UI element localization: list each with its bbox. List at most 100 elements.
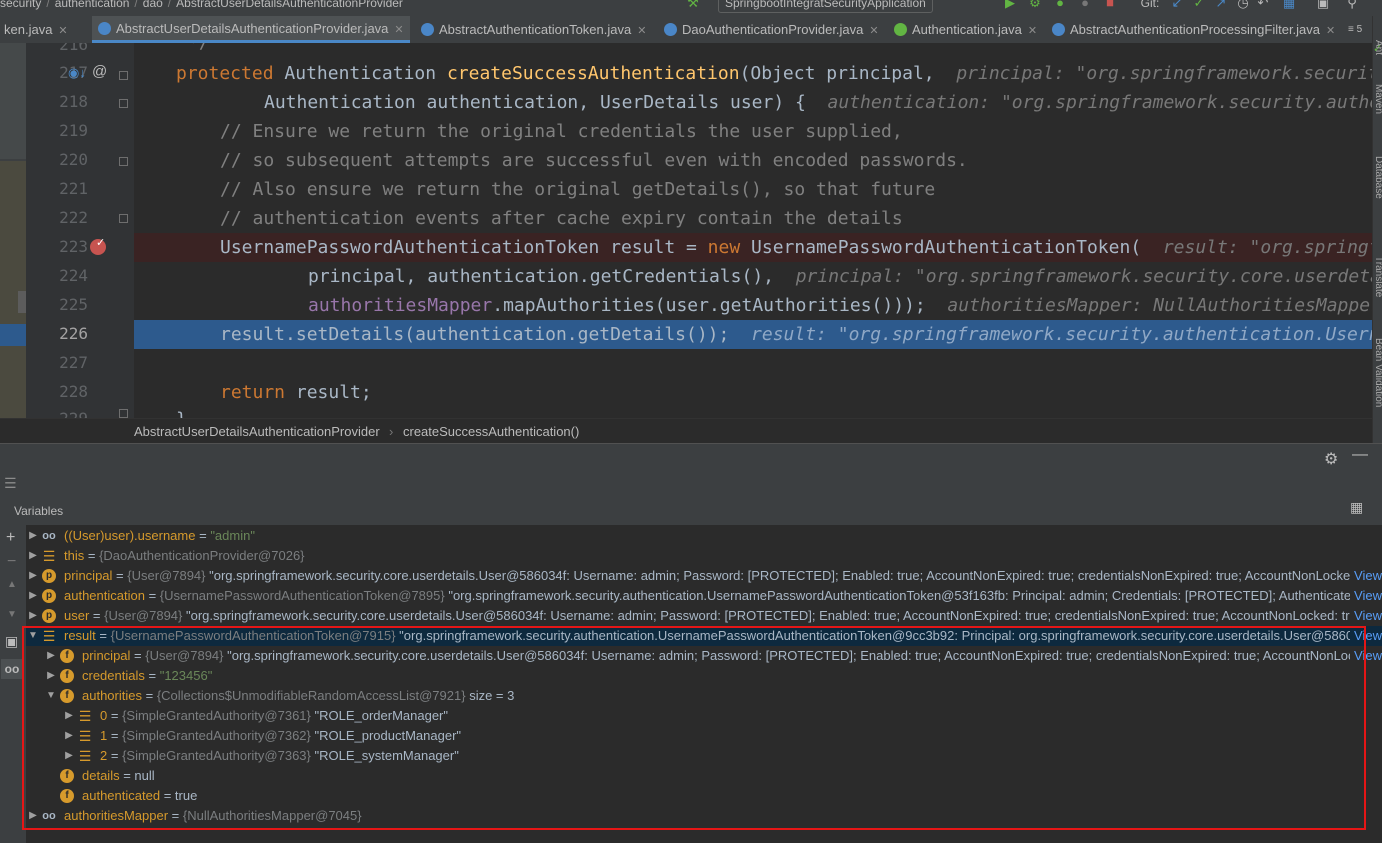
fold-marker[interactable]: [119, 409, 128, 418]
variable-type: {DaoAuthenticationProvider@7026}: [99, 548, 305, 563]
expand-arrow-icon[interactable]: ▶: [28, 526, 38, 546]
variable-row[interactable]: ▶ f principal = {User@7894} "org.springfra…: [26, 646, 1382, 666]
collapse-arrow-icon[interactable]: ▼: [46, 686, 56, 706]
collapse-arrow-icon[interactable]: ▼: [28, 626, 38, 646]
expand-arrow-icon[interactable]: ▶: [64, 706, 74, 726]
variables-tree[interactable]: ▶ oo ((User)user).username = "admin" ▶ ☰ this…: [26, 525, 1382, 843]
watches-toggle-icon[interactable]: oo: [1, 659, 23, 679]
close-icon[interactable]: ✕: [1326, 25, 1335, 37]
variable-row[interactable]: f authenticated = true: [26, 786, 1382, 806]
git-history-icon[interactable]: ◷: [1236, 0, 1250, 10]
variable-row[interactable]: ▶ p principal = {User@7894} "org.springfra…: [26, 566, 1382, 586]
expand-arrow-icon[interactable]: ▶: [64, 726, 74, 746]
fold-marker[interactable]: [119, 157, 128, 166]
tab-ken-java[interactable]: ken.java ✕: [4, 16, 68, 43]
variable-name: principal: [64, 568, 113, 583]
sdk-icon[interactable]: ▣: [1316, 0, 1330, 10]
tool-window-translate[interactable]: Translate: [1373, 256, 1382, 297]
rollback-icon[interactable]: ↶: [1256, 0, 1270, 10]
git-update-icon[interactable]: ↙: [1170, 0, 1184, 10]
code-editor[interactable]: */ protected Authentication createSucces…: [134, 43, 1372, 418]
close-icon[interactable]: ✕: [869, 25, 878, 37]
variable-row[interactable]: ▶ ☰ 1 = {SimpleGrantedAuthority@7362} "ROL…: [26, 726, 1382, 746]
editor-gutter[interactable]: 216 217 218 219 220 221 222 223 224 225 …: [26, 43, 134, 418]
variable-row[interactable]: ▶ f credentials = "123456": [26, 666, 1382, 686]
tab-authentication[interactable]: Authentication.java ✕: [894, 16, 1037, 43]
expand-arrow-icon[interactable]: ▶: [64, 746, 74, 766]
tool-window-ant[interactable]: Ant: [1373, 40, 1382, 55]
run-configuration-select[interactable]: SpringbootIntegratSecurityApplication: [718, 0, 933, 13]
tool-window-maven[interactable]: Maven: [1373, 84, 1382, 114]
view-link[interactable]: View: [1350, 566, 1382, 586]
variable-row[interactable]: ▶ ☰ this = {DaoAuthenticationProvider@7026…: [26, 546, 1382, 566]
fold-marker[interactable]: [119, 214, 128, 223]
tabs-overflow-button[interactable]: ≡ 5: [1348, 16, 1362, 43]
expand-arrow-icon[interactable]: ▶: [28, 566, 38, 586]
close-icon[interactable]: ✕: [58, 25, 67, 37]
breadcrumb-class[interactable]: AbstractUserDetailsAuthenticationProvide…: [134, 424, 380, 439]
profile-icon[interactable]: ●: [1078, 0, 1092, 10]
variable-row[interactable]: ▶ ☰ 0 = {SimpleGrantedAuthority@7361} "ROL…: [26, 706, 1382, 726]
overrides-method-icon[interactable]: ◉↓: [68, 65, 86, 81]
variable-row[interactable]: ▼ f authorities = {Collections$Unmodifiabl…: [26, 686, 1382, 706]
minimize-icon[interactable]: —: [1352, 446, 1368, 464]
fold-marker[interactable]: [119, 71, 128, 80]
variable-row[interactable]: ▶ oo authoritiesMapper = {NullAuthoritiesM…: [26, 806, 1382, 826]
nav-crumb[interactable]: security: [0, 0, 41, 10]
breakpoint-icon[interactable]: ✓: [90, 237, 106, 255]
variable-equals: =: [160, 788, 175, 803]
variable-row[interactable]: ▶ p user = {User@7894} "org.springframewor…: [26, 606, 1382, 626]
annotation-icon[interactable]: @: [92, 63, 107, 80]
debug-icon[interactable]: ⚙: [1028, 0, 1042, 10]
project-structure-icon[interactable]: ▦: [1282, 0, 1296, 10]
view-link[interactable]: View: [1350, 606, 1382, 626]
tab-dao-authentication-provider[interactable]: DaoAuthenticationProvider.java ✕: [664, 16, 879, 43]
variable-row[interactable]: ▶ p authentication = {UsernamePasswordAuth…: [26, 586, 1382, 606]
stop-icon[interactable]: ■: [1103, 0, 1117, 10]
build-icon[interactable]: ⚒: [686, 0, 700, 10]
fold-marker[interactable]: [119, 99, 128, 108]
editor-breadcrumb: AbstractUserDetailsAuthenticationProvide…: [0, 418, 1372, 444]
nav-crumb[interactable]: AbstractUserDetailsAuthenticationProvide…: [176, 0, 403, 10]
variable-type: {User@7894}: [104, 608, 183, 623]
copy-icon[interactable]: ▣: [5, 633, 18, 650]
tool-window-bean-validation[interactable]: Bean Validation: [1373, 338, 1382, 407]
git-push-icon[interactable]: ↗: [1214, 0, 1228, 10]
git-commit-icon[interactable]: ✓: [1192, 0, 1206, 10]
add-watch-icon[interactable]: +: [6, 529, 15, 547]
tab-abstract-authentication-processing-filter[interactable]: AbstractAuthenticationProcessingFilter.j…: [1052, 16, 1335, 43]
view-link[interactable]: View: [1350, 646, 1382, 666]
view-link[interactable]: View: [1350, 586, 1382, 606]
gear-icon[interactable]: ⚙: [1324, 449, 1338, 469]
view-link[interactable]: View: [1350, 626, 1382, 646]
variable-row[interactable]: ▶ ☰ 2 = {SimpleGrantedAuthority@7363} "ROL…: [26, 746, 1382, 766]
nav-crumb[interactable]: authentication: [55, 0, 130, 10]
coverage-icon[interactable]: ●: [1053, 0, 1067, 10]
expand-arrow-icon[interactable]: ▶: [28, 606, 38, 626]
variable-row[interactable]: f details = null: [26, 766, 1382, 786]
layout-icon[interactable]: ☰: [4, 475, 17, 492]
variable-row[interactable]: ▶ oo ((User)user).username = "admin": [26, 526, 1382, 546]
expand-arrow-icon[interactable]: ▶: [28, 806, 38, 826]
layout-settings-icon[interactable]: ▦: [1350, 499, 1363, 516]
remove-watch-icon[interactable]: −: [7, 553, 16, 571]
tool-window-database[interactable]: Database: [1373, 156, 1382, 199]
move-down-icon[interactable]: ▼: [7, 609, 17, 620]
search-everywhere-icon[interactable]: ⚲: [1345, 0, 1359, 10]
variable-name: result: [64, 628, 96, 643]
breadcrumb-method[interactable]: createSuccessAuthentication(): [403, 424, 579, 439]
expand-arrow-icon[interactable]: ▶: [46, 646, 56, 666]
nav-crumb[interactable]: dao: [143, 0, 163, 10]
expand-arrow-icon[interactable]: ▶: [28, 546, 38, 566]
move-up-icon[interactable]: ▲: [7, 579, 17, 590]
expand-arrow-icon[interactable]: ▶: [46, 666, 56, 686]
close-icon[interactable]: ✕: [1028, 25, 1037, 37]
run-icon[interactable]: ▶: [1003, 0, 1017, 10]
variable-row[interactable]: ▼ ☰ result = {UsernamePasswordAuthenticati…: [26, 626, 1382, 646]
tab-abstract-authentication-token[interactable]: AbstractAuthenticationToken.java ✕: [421, 16, 646, 43]
tab-abstract-user-details-authentication-provider[interactable]: AbstractUserDetailsAuthenticationProvide…: [92, 16, 410, 43]
close-icon[interactable]: ✕: [637, 25, 646, 37]
scroll-marker[interactable]: [18, 291, 26, 313]
expand-arrow-icon[interactable]: ▶: [28, 586, 38, 606]
close-icon[interactable]: ✕: [394, 24, 403, 36]
